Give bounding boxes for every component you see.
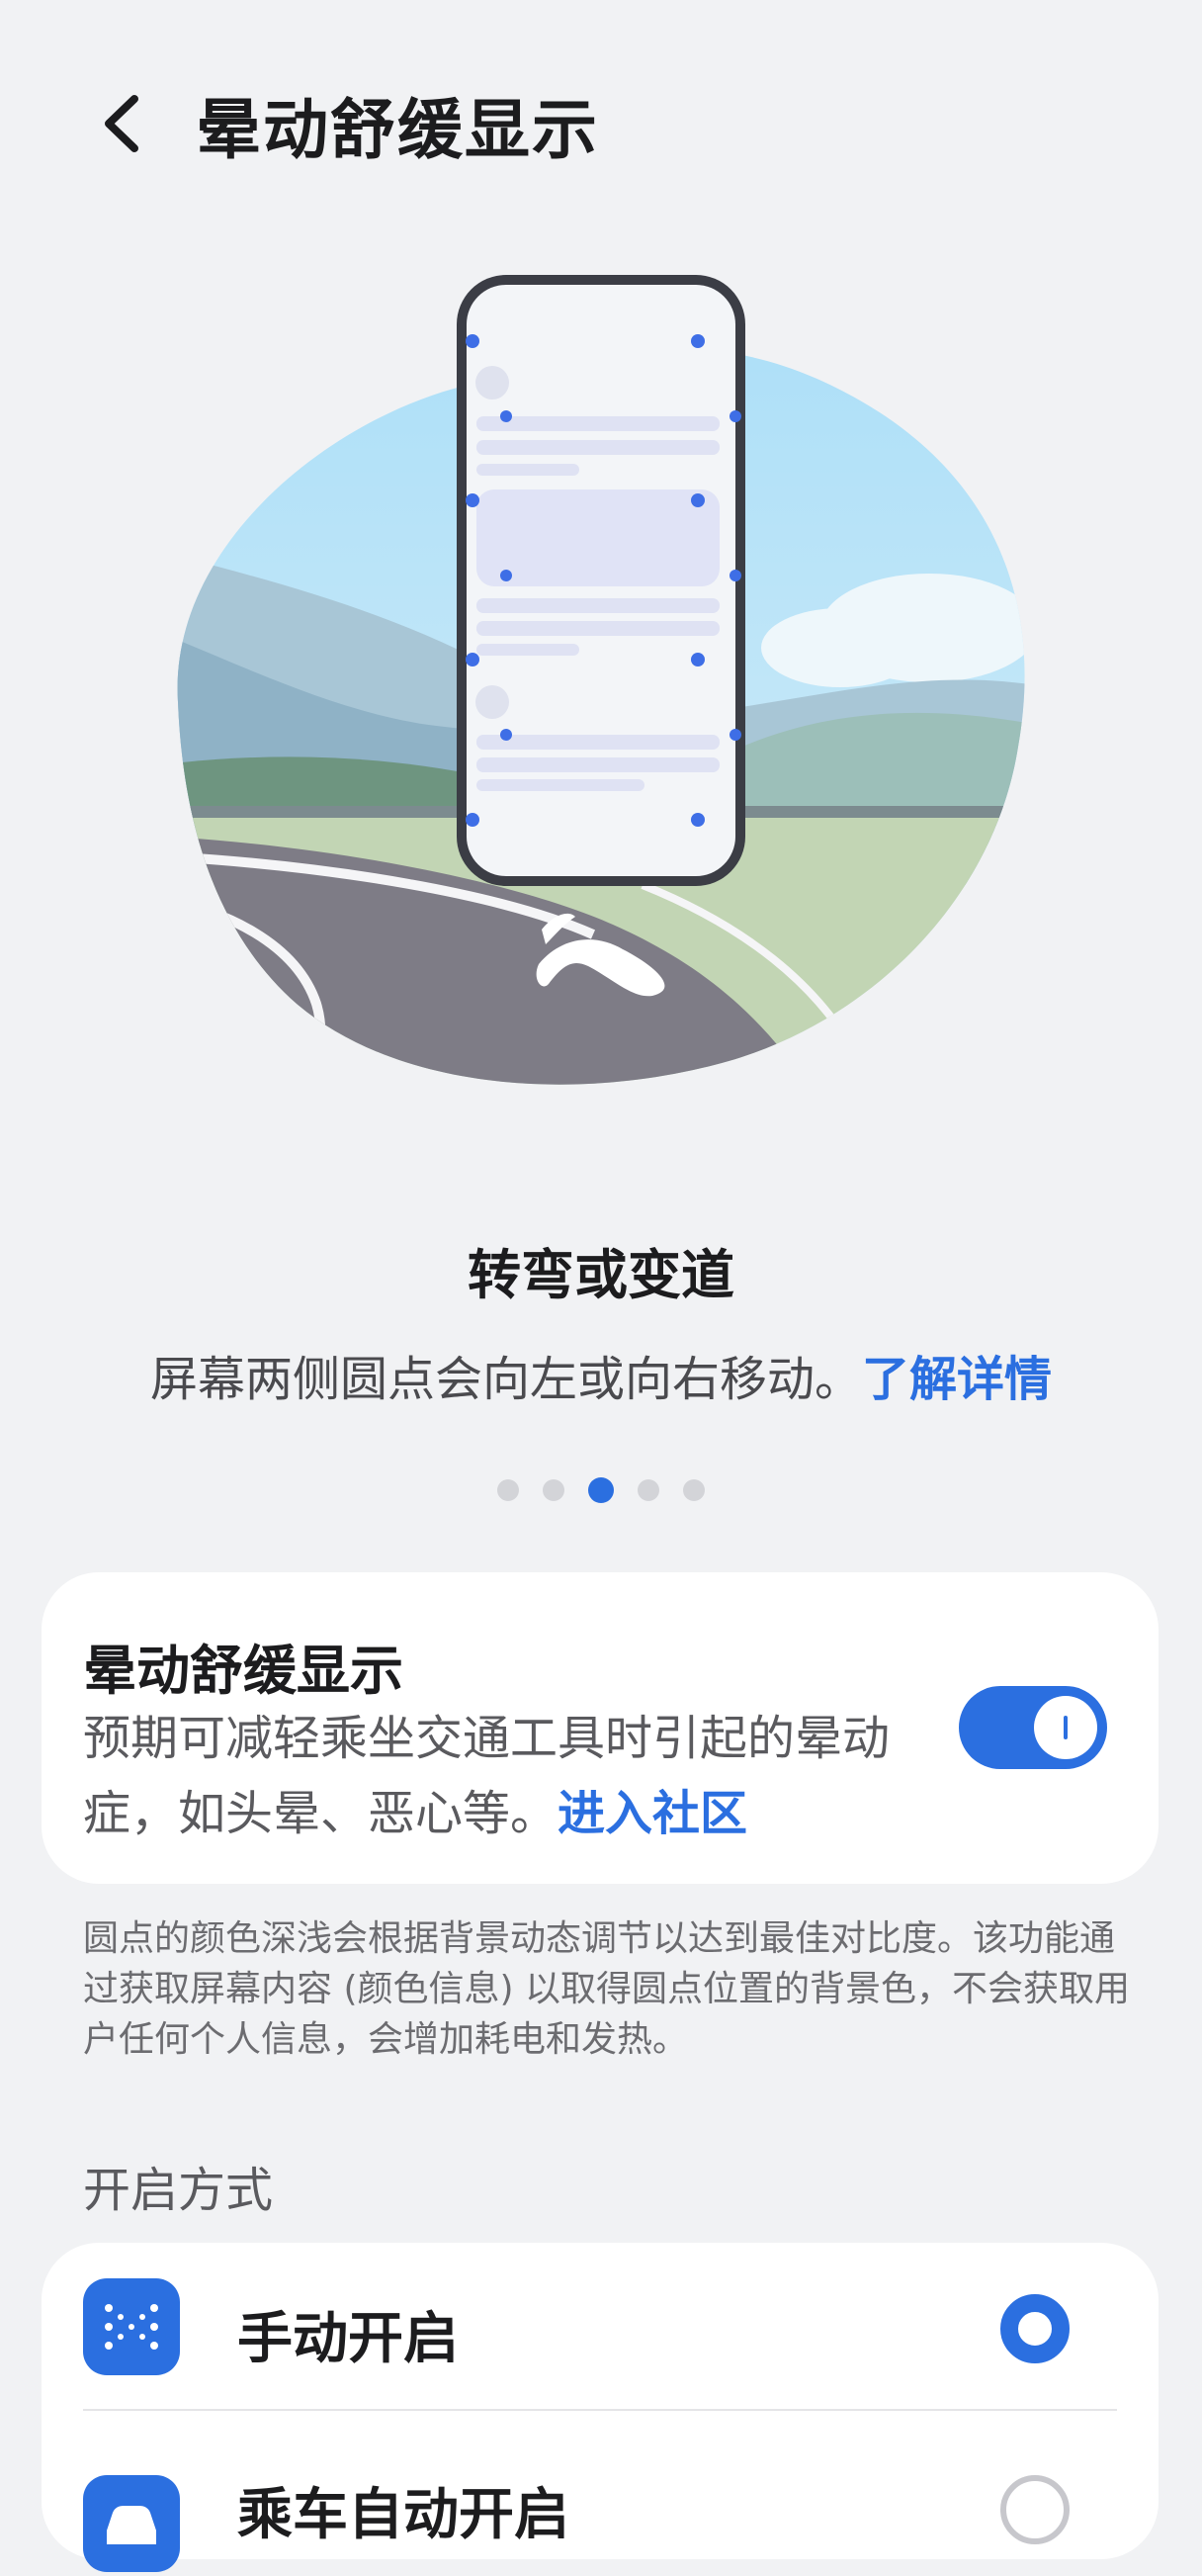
setting-description-text: 预期可减轻乘坐交通工具时引起的晕动症，如头晕、恶心等。 [83,1711,891,1841]
feature-description: 屏幕两侧圆点会向左或向右移动。了解详情 [0,1340,1202,1409]
feature-description-text: 屏幕两侧圆点会向左或向右移动。 [149,1352,862,1407]
header: 晕动舒缓显示 [0,0,1202,247]
car-icon [83,2475,180,2572]
setting-description: 预期可减轻乘坐交通工具时引起的晕动症，如头晕、恶心等。进入社区 [83,1701,923,1851]
motion-comfort-illustration [148,252,1048,1142]
page-title: 晕动舒缓显示 [196,92,599,168]
section-label: 开启方式 [83,2163,274,2218]
activation-mode-card: 手动开启 乘车自动开启 [42,2243,1159,2572]
motion-comfort-card: 晕动舒缓显示 预期可减轻乘坐交通工具时引起的晕动症，如头晕、恶心等。进入社区 [42,1572,1159,1884]
community-link[interactable]: 进入社区 [558,1786,747,1841]
page-indicator[interactable] [0,1477,1202,1503]
setting-title: 晕动舒缓显示 [83,1640,403,1702]
mode-auto-radio[interactable] [1000,2475,1070,2544]
page-dot-active[interactable] [588,1477,614,1503]
learn-more-link[interactable]: 了解详情 [862,1352,1052,1407]
mode-auto-in-car[interactable]: 乘车自动开启 [42,2243,1159,2572]
mode-auto-label: 乘车自动开启 [237,2483,569,2547]
page-dot[interactable] [543,1479,564,1501]
page-dot[interactable] [497,1479,519,1501]
toggle-knob [1034,1696,1097,1759]
page-dot[interactable] [683,1479,705,1501]
back-arrow-icon [105,95,138,152]
feature-title: 转弯或变道 [468,1244,734,1306]
privacy-note: 圆点的颜色深浅会根据背景动态调节以达到最佳对比度。该功能通过获取屏幕内容 (颜色… [83,1918,1130,2060]
motion-comfort-toggle[interactable] [959,1686,1107,1769]
toggle-on-indicator [1064,1716,1068,1739]
page-dot[interactable] [638,1479,659,1501]
back-button[interactable] [89,79,158,168]
